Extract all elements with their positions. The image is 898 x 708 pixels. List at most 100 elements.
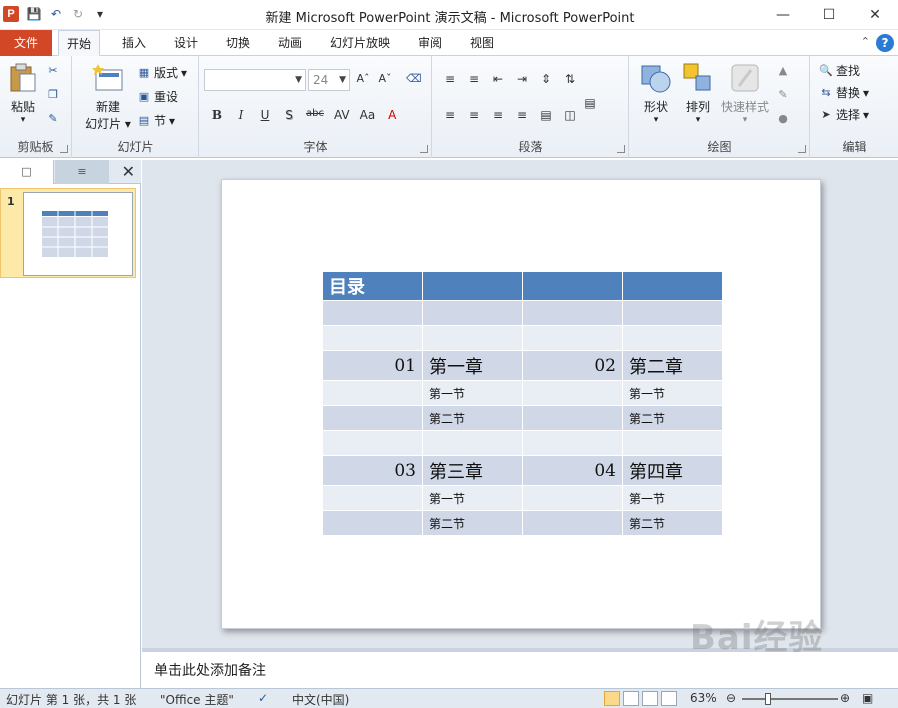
shrink-font-button[interactable]: Aˇ [378,72,392,86]
zoom-slider-track[interactable] [742,698,838,700]
chapter-number[interactable]: 01 [322,350,423,381]
table-cell[interactable] [622,300,723,326]
save-icon[interactable]: 💾 [26,6,42,22]
table-cell[interactable] [522,430,623,456]
table-cell[interactable] [322,300,423,326]
table-cell[interactable] [322,510,423,536]
chapter-title[interactable]: 第二章 [622,350,723,381]
bullets-icon[interactable]: ≡ [443,72,457,86]
shape-effects-button[interactable]: ● [776,112,790,126]
spellcheck-icon[interactable]: ✓ [258,691,268,705]
section-title[interactable]: 第一节 [622,485,723,511]
slideshow-view-icon[interactable] [661,691,677,706]
shape-fill-button[interactable]: ▲ [776,64,790,78]
section-title[interactable]: 第一节 [422,380,523,406]
clipboard-launcher-icon[interactable] [60,145,68,153]
align-left-icon[interactable]: ≡ [443,108,457,122]
table-cell[interactable] [522,380,623,406]
tab-design[interactable]: 设计 [166,30,206,56]
paste-button[interactable]: 粘贴 ▾ [6,62,40,125]
chapter-number[interactable]: 04 [522,455,623,486]
section-title[interactable]: 第二节 [422,405,523,431]
line-spacing-icon[interactable]: ⇕ [539,72,553,86]
tab-insert[interactable]: 插入 [114,30,154,56]
section-title[interactable]: 第一节 [422,485,523,511]
zoom-level[interactable]: 63% [690,691,717,705]
tab-transitions[interactable]: 切换 [218,30,258,56]
cut-button[interactable]: ✂ [46,64,60,78]
align-center-icon[interactable]: ≡ [467,108,481,122]
find-button[interactable]: 🔍 查找 [819,62,860,79]
powerpoint-app-icon[interactable]: P [3,6,19,22]
notes-placeholder[interactable]: 单击此处添加备注 [154,660,266,680]
justify-icon[interactable]: ≡ [515,108,529,122]
table-cell[interactable] [622,271,723,301]
font-launcher-icon[interactable] [420,145,428,153]
arrange-button[interactable]: 排列 ▾ [678,62,718,125]
normal-view-icon[interactable] [604,691,620,706]
format-painter-button[interactable]: ✎ [46,112,60,126]
section-title[interactable]: 第二节 [422,510,523,536]
tab-view[interactable]: 视图 [462,30,502,56]
underline-button[interactable]: U [258,108,272,122]
close-panel-icon[interactable]: ✕ [122,162,135,181]
redo-icon[interactable]: ↻ [70,6,86,22]
reading-view-icon[interactable] [642,691,658,706]
zoom-slider-thumb[interactable] [765,693,771,705]
tab-outline-view[interactable]: ≡ [55,160,109,184]
bold-button[interactable]: B [210,108,224,122]
distribute-icon[interactable]: ▤ [539,108,553,122]
align-right-icon[interactable]: ≡ [491,108,505,122]
numbering-icon[interactable]: ≡ [467,72,481,86]
font-size-combo[interactable]: 24 ▼ [308,69,350,91]
minimize-button[interactable]: — [760,0,806,30]
tab-slideshow[interactable]: 幻灯片放映 [322,30,398,56]
table-cell[interactable] [522,271,623,301]
tab-home[interactable]: 开始 [58,30,101,56]
undo-icon[interactable]: ↶ [48,6,64,22]
shapes-button[interactable]: 形状 ▾ [636,62,676,125]
slide-thumbnail-row[interactable]: 1 [0,188,136,278]
tab-review[interactable]: 审阅 [410,30,450,56]
italic-button[interactable]: I [234,108,248,122]
align-text-icon[interactable]: ▤ [583,96,597,110]
text-shadow-button[interactable]: S [282,108,296,122]
table-cell[interactable] [622,325,723,351]
replace-button[interactable]: ⇆ 替换 ▾ [819,84,869,101]
chapter-number[interactable]: 03 [322,455,423,486]
table-header-title[interactable]: 目录 [322,271,423,301]
slide-thumbnail[interactable] [23,192,133,276]
chapter-title[interactable]: 第一章 [422,350,523,381]
collapse-ribbon-icon[interactable]: ⌃ [861,35,870,48]
change-case-icon[interactable]: Aa [360,108,376,122]
chapter-number[interactable]: 02 [522,350,623,381]
increase-indent-icon[interactable]: ⇥ [515,72,529,86]
table-cell[interactable] [322,405,423,431]
help-icon[interactable]: ? [876,34,894,52]
table-cell[interactable] [422,271,523,301]
slide-sorter-icon[interactable] [623,691,639,706]
font-color-icon[interactable]: A [385,108,399,122]
zoom-out-icon[interactable]: ⊖ [726,691,736,705]
reset-button[interactable]: ▣ 重设 [137,88,178,105]
tab-file[interactable]: 文件 [0,30,52,56]
select-button[interactable]: ➤ 选择 ▾ [819,106,869,123]
table-cell[interactable] [322,430,423,456]
table-cell[interactable] [522,485,623,511]
table-cell[interactable] [622,430,723,456]
table-cell[interactable] [522,405,623,431]
table-cell[interactable] [322,325,423,351]
table-cell[interactable] [522,510,623,536]
fit-to-window-icon[interactable]: ▣ [862,691,873,705]
columns-icon[interactable]: ◫ [563,108,577,122]
section-title[interactable]: 第二节 [622,510,723,536]
table-cell[interactable] [422,325,523,351]
text-direction-icon[interactable]: ⇅ [563,72,577,86]
section-title[interactable]: 第二节 [622,405,723,431]
close-window-button[interactable]: ✕ [852,0,898,30]
chapter-title[interactable]: 第三章 [422,455,523,486]
drawing-launcher-icon[interactable] [798,145,806,153]
language-status[interactable]: 中文(中国) [292,691,349,708]
font-name-combo[interactable]: ▼ [204,69,306,91]
decrease-indent-icon[interactable]: ⇤ [491,72,505,86]
